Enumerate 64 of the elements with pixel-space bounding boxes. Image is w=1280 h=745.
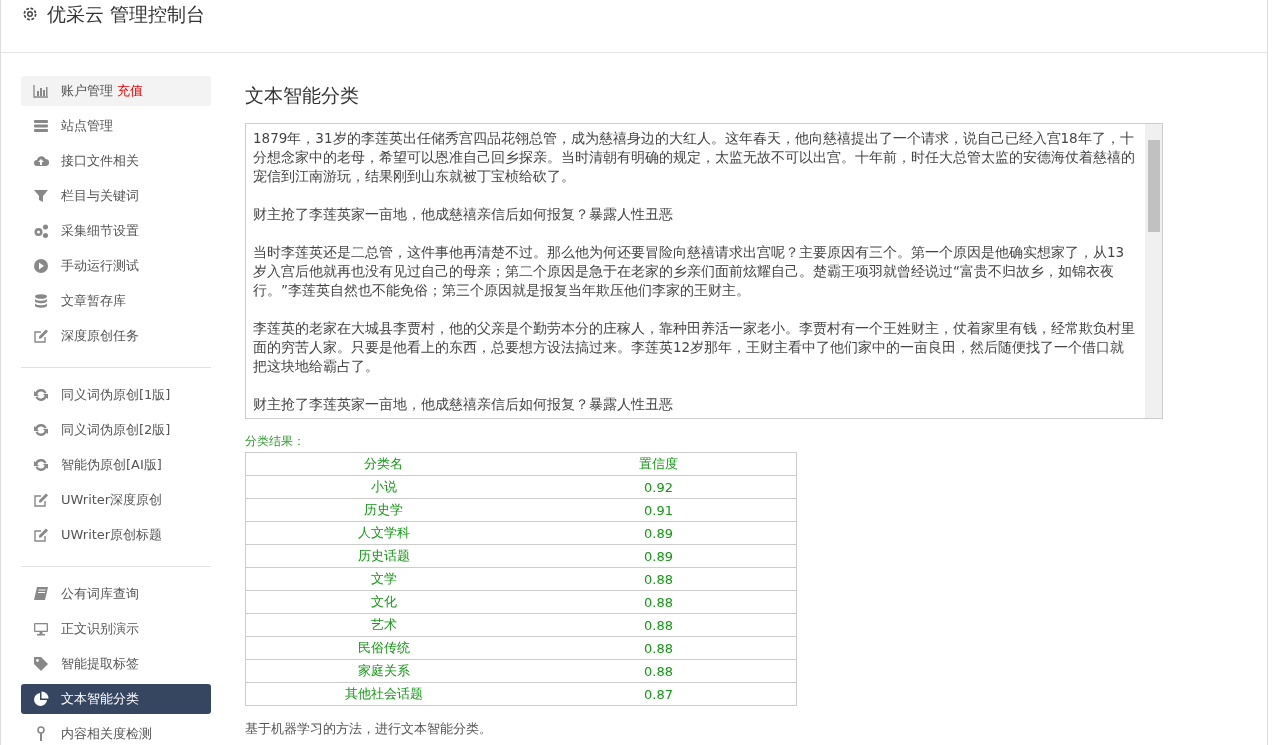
recharge-link[interactable]: 充值: [117, 82, 143, 100]
description-text: 基于机器学习的方法，进行文本智能分类。: [245, 720, 493, 738]
sidebar-item[interactable]: 公有词库查询: [21, 579, 211, 609]
table-cell: 0.92: [521, 475, 797, 499]
cloud-upload-icon: [33, 153, 49, 169]
sidebar-item[interactable]: 文章暂存库: [21, 286, 211, 316]
table-cell: 小说: [245, 475, 521, 499]
filter-icon: [33, 188, 49, 204]
sidebar-item[interactable]: 智能伪原创[AI版]: [21, 450, 211, 480]
settings-icon: [21, 5, 39, 23]
sidebar-item[interactable]: 站点管理: [21, 111, 211, 141]
table-cell: 0.88: [521, 613, 797, 637]
table-cell: 0.89: [521, 521, 797, 545]
pie-chart-icon: [33, 691, 49, 707]
table-cell: 文学: [245, 567, 521, 591]
refresh-icon: [33, 422, 49, 438]
table-cell: 文化: [245, 590, 521, 614]
tag-icon: [33, 656, 49, 672]
sidebar-item[interactable]: 接口文件相关: [21, 146, 211, 176]
sidebar-item[interactable]: 深度原创任务: [21, 321, 211, 351]
edit-icon: [33, 527, 49, 543]
sidebar-item[interactable]: 同义词伪原创[2版]: [21, 415, 211, 445]
text-area[interactable]: 1879年，31岁的李莲英出任储秀宫四品花翎总管，成为慈禧身边的大红人。这年春天，他向慈禧提出了一个请求，说自己已经入宫18年了，十分想念家中的老母，希望可以恩准自己回乡探亲。当时清朝有明确的规定，太监无故不可以出宫。十年前，时任大总管太监的安德海仗着慈禧的宠信到江南游玩，结果刚到山东就被丁宝桢给砍了。 财主抢了李莲英家一亩地，他成慈禧亲信后如何报复？暴露人性丑恶 当时李莲英还是二总管，这件事他再清楚不过。那么他为何还要冒险向慈禧请求出宫呢？主要原因有三个。第一个原因是他确实想家了，从13岁入宫后他就再也没有见过自己的母亲；第二个原因是急于在老家的乡亲们面前炫耀自己。楚霸王项羽就曾经说过“富贵不归故乡，如锦衣夜行。”李莲英自然也不能免俗；第三个原因就是报复当年欺压他们李家的王财主。 李莲英的老家在大城县李贾村，他的父亲是个勤劳本分的庄稼人，靠种田养活一家老小。李贾村有一个王姓财主，仗着家里有钱，经常欺负村里面的穷苦人家。只要是他看上的东西，总要想方设法搞过来。李莲英12岁那年，王财主看中了他们家中的一亩良田，然后随便找了一个借口就把这块地给霸占了。 财主抢了李莲英家一亩地，他成慈禧亲信后如何报复？暴露人性丑恶: [245, 123, 1163, 419]
table-cell: 0.89: [521, 544, 797, 568]
monitor-icon: [33, 621, 49, 637]
sidebar-item[interactable]: 同义词伪原创[1版]: [21, 380, 211, 410]
edit-icon: [33, 328, 49, 344]
table-cell: 0.88: [521, 659, 797, 683]
table-cell: 历史话题: [245, 544, 521, 568]
server-icon: [33, 118, 49, 134]
bar-chart-icon: [33, 83, 49, 99]
page-title: 文本智能分类: [245, 83, 360, 108]
edit-icon: [33, 492, 49, 508]
book-icon: [33, 586, 49, 602]
scrollbar[interactable]: [1145, 124, 1162, 418]
sidebar-item[interactable]: 手动运行测试: [21, 251, 211, 281]
table-cell: 家庭关系: [245, 659, 521, 683]
sidebar-item[interactable]: UWriter原创标题: [21, 520, 211, 550]
table-cell: 0.88: [521, 636, 797, 660]
sidebar-item[interactable]: 智能提取标签: [21, 649, 211, 679]
refresh-icon: [33, 457, 49, 473]
sidebar-item[interactable]: UWriter深度原创: [21, 485, 211, 515]
table-cell: 艺术: [245, 613, 521, 637]
table-cell: 0.88: [521, 567, 797, 591]
table-cell: 0.87: [521, 682, 797, 706]
sidebar-item[interactable]: 文本智能分类: [21, 684, 211, 714]
table-cell: 0.91: [521, 498, 797, 522]
table-cell: 0.88: [521, 590, 797, 614]
sidebar-item[interactable]: 采集细节设置: [21, 216, 211, 246]
table-cell: 历史学: [245, 498, 521, 522]
refresh-icon: [33, 387, 49, 403]
app-title: 优采云 管理控制台: [47, 2, 206, 27]
result-label: 分类结果：: [245, 433, 306, 450]
play-icon: [33, 258, 49, 274]
column-header: 置信度: [521, 452, 797, 476]
column-header: 分类名: [245, 452, 521, 476]
sidebar-item[interactable]: 账户管理 充值: [21, 76, 211, 106]
table-cell: 人文学科: [245, 521, 521, 545]
sidebar-item[interactable]: 栏目与关键词: [21, 181, 211, 211]
sidebar-item[interactable]: 正文识别演示: [21, 614, 211, 644]
database-icon: [33, 293, 49, 309]
sidebar-item[interactable]: 内容相关度检测: [21, 719, 211, 745]
table-cell: 民俗传统: [245, 636, 521, 660]
table-cell: 其他社会话题: [245, 682, 521, 706]
